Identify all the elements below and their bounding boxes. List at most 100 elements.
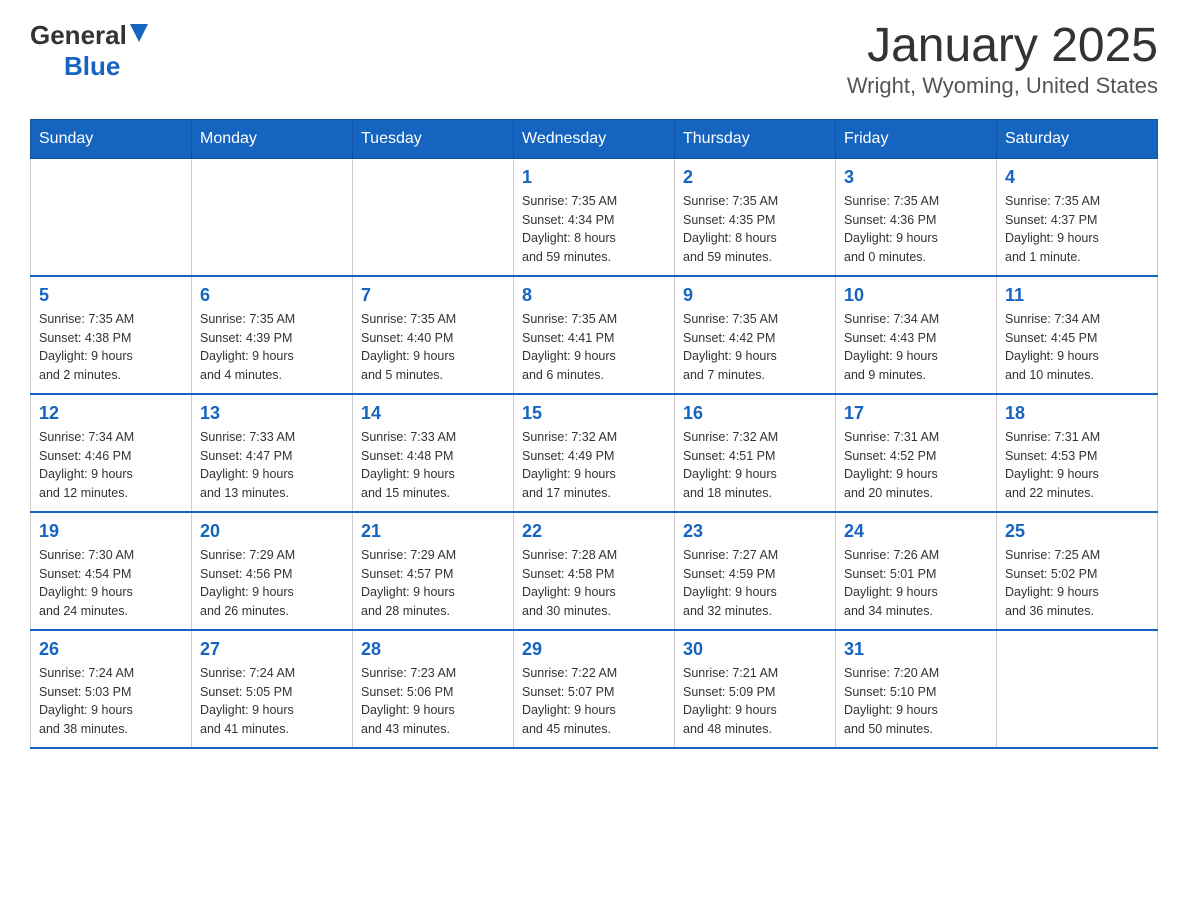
day-header-friday: Friday xyxy=(836,119,997,158)
cell-sun-info: Sunrise: 7:35 AM Sunset: 4:40 PM Dayligh… xyxy=(361,310,505,385)
cell-sun-info: Sunrise: 7:35 AM Sunset: 4:37 PM Dayligh… xyxy=(1005,192,1149,267)
calendar-cell: 11 Sunrise: 7:34 AM Sunset: 4:45 PM Dayli… xyxy=(997,276,1158,394)
calendar-title: January 2025 xyxy=(847,20,1158,73)
calendar-cell: 1 Sunrise: 7:35 AM Sunset: 4:34 PM Daylig… xyxy=(514,158,675,276)
cell-sun-info: Sunrise: 7:23 AM Sunset: 5:06 PM Dayligh… xyxy=(361,664,505,739)
calendar-cell xyxy=(192,158,353,276)
calendar-cell: 9Sunrise: 7:35 AM Sunset: 4:42 PM Daylig… xyxy=(675,276,836,394)
cell-day-number: 10 xyxy=(844,285,988,306)
calendar-cell: 3 Sunrise: 7:35 AM Sunset: 4:36 PM Daylig… xyxy=(836,158,997,276)
day-header-tuesday: Tuesday xyxy=(353,119,514,158)
calendar-cell: 21Sunrise: 7:29 AM Sunset: 4:57 PM Dayli… xyxy=(353,512,514,630)
calendar-week-5: 26 Sunrise: 7:24 AM Sunset: 5:03 PM Dayli… xyxy=(31,630,1158,748)
cell-sun-info: Sunrise: 7:33 AM Sunset: 4:47 PM Dayligh… xyxy=(200,428,344,503)
calendar-table: SundayMondayTuesdayWednesdayThursdayFrid… xyxy=(30,119,1158,749)
logo-general-text: General xyxy=(30,20,127,51)
cell-sun-info: Sunrise: 7:35 AM Sunset: 4:35 PM Dayligh… xyxy=(683,192,827,267)
logo-blue-text: Blue xyxy=(64,51,120,82)
cell-sun-info: Sunrise: 7:30 AM Sunset: 4:54 PM Dayligh… xyxy=(39,546,183,621)
calendar-cell: 14 Sunrise: 7:33 AM Sunset: 4:48 PM Dayli… xyxy=(353,394,514,512)
calendar-cell: 18Sunrise: 7:31 AM Sunset: 4:53 PM Dayli… xyxy=(997,394,1158,512)
cell-day-number: 3 xyxy=(844,167,988,188)
day-header-saturday: Saturday xyxy=(997,119,1158,158)
cell-day-number: 25 xyxy=(1005,521,1149,542)
calendar-cell: 27Sunrise: 7:24 AM Sunset: 5:05 PM Dayli… xyxy=(192,630,353,748)
cell-day-number: 11 xyxy=(1005,285,1149,306)
cell-day-number: 1 xyxy=(522,167,666,188)
cell-sun-info: Sunrise: 7:35 AM Sunset: 4:36 PM Dayligh… xyxy=(844,192,988,267)
calendar-cell xyxy=(353,158,514,276)
cell-sun-info: Sunrise: 7:34 AM Sunset: 4:45 PM Dayligh… xyxy=(1005,310,1149,385)
cell-day-number: 7 xyxy=(361,285,505,306)
calendar-cell: 6Sunrise: 7:35 AM Sunset: 4:39 PM Daylig… xyxy=(192,276,353,394)
calendar-cell: 8 Sunrise: 7:35 AM Sunset: 4:41 PM Daylig… xyxy=(514,276,675,394)
cell-sun-info: Sunrise: 7:33 AM Sunset: 4:48 PM Dayligh… xyxy=(361,428,505,503)
calendar-cell: 2 Sunrise: 7:35 AM Sunset: 4:35 PM Daylig… xyxy=(675,158,836,276)
cell-sun-info: Sunrise: 7:31 AM Sunset: 4:53 PM Dayligh… xyxy=(1005,428,1149,503)
cell-sun-info: Sunrise: 7:34 AM Sunset: 4:43 PM Dayligh… xyxy=(844,310,988,385)
calendar-week-3: 12Sunrise: 7:34 AM Sunset: 4:46 PM Dayli… xyxy=(31,394,1158,512)
calendar-cell: 12Sunrise: 7:34 AM Sunset: 4:46 PM Dayli… xyxy=(31,394,192,512)
cell-day-number: 4 xyxy=(1005,167,1149,188)
cell-sun-info: Sunrise: 7:35 AM Sunset: 4:34 PM Dayligh… xyxy=(522,192,666,267)
calendar-cell: 16 Sunrise: 7:32 AM Sunset: 4:51 PM Dayli… xyxy=(675,394,836,512)
calendar-week-4: 19Sunrise: 7:30 AM Sunset: 4:54 PM Dayli… xyxy=(31,512,1158,630)
calendar-cell: 22 Sunrise: 7:28 AM Sunset: 4:58 PM Dayli… xyxy=(514,512,675,630)
cell-sun-info: Sunrise: 7:32 AM Sunset: 4:51 PM Dayligh… xyxy=(683,428,827,503)
cell-sun-info: Sunrise: 7:35 AM Sunset: 4:41 PM Dayligh… xyxy=(522,310,666,385)
cell-day-number: 2 xyxy=(683,167,827,188)
calendar-cell xyxy=(31,158,192,276)
cell-day-number: 23 xyxy=(683,521,827,542)
calendar-cell: 4 Sunrise: 7:35 AM Sunset: 4:37 PM Daylig… xyxy=(997,158,1158,276)
calendar-subtitle: Wright, Wyoming, United States xyxy=(847,73,1158,99)
cell-day-number: 5 xyxy=(39,285,183,306)
calendar-cell: 13Sunrise: 7:33 AM Sunset: 4:47 PM Dayli… xyxy=(192,394,353,512)
calendar-cell: 7 Sunrise: 7:35 AM Sunset: 4:40 PM Daylig… xyxy=(353,276,514,394)
cell-day-number: 16 xyxy=(683,403,827,424)
calendar-week-1: 1 Sunrise: 7:35 AM Sunset: 4:34 PM Daylig… xyxy=(31,158,1158,276)
cell-day-number: 30 xyxy=(683,639,827,660)
cell-sun-info: Sunrise: 7:34 AM Sunset: 4:46 PM Dayligh… xyxy=(39,428,183,503)
calendar-week-2: 5 Sunrise: 7:35 AM Sunset: 4:38 PM Daylig… xyxy=(31,276,1158,394)
cell-day-number: 26 xyxy=(39,639,183,660)
calendar-cell: 29Sunrise: 7:22 AM Sunset: 5:07 PM Dayli… xyxy=(514,630,675,748)
cell-day-number: 8 xyxy=(522,285,666,306)
cell-sun-info: Sunrise: 7:28 AM Sunset: 4:58 PM Dayligh… xyxy=(522,546,666,621)
cell-sun-info: Sunrise: 7:35 AM Sunset: 4:38 PM Dayligh… xyxy=(39,310,183,385)
cell-sun-info: Sunrise: 7:32 AM Sunset: 4:49 PM Dayligh… xyxy=(522,428,666,503)
cell-day-number: 15 xyxy=(522,403,666,424)
calendar-cell: 10 Sunrise: 7:34 AM Sunset: 4:43 PM Dayli… xyxy=(836,276,997,394)
cell-sun-info: Sunrise: 7:26 AM Sunset: 5:01 PM Dayligh… xyxy=(844,546,988,621)
logo: General Blue xyxy=(30,20,148,82)
cell-day-number: 28 xyxy=(361,639,505,660)
calendar-header-row: SundayMondayTuesdayWednesdayThursdayFrid… xyxy=(31,119,1158,158)
calendar-cell: 19Sunrise: 7:30 AM Sunset: 4:54 PM Dayli… xyxy=(31,512,192,630)
page-header: General Blue January 2025 Wright, Wyomin… xyxy=(30,20,1158,99)
calendar-cell: 25 Sunrise: 7:25 AM Sunset: 5:02 PM Dayli… xyxy=(997,512,1158,630)
calendar-cell: 5 Sunrise: 7:35 AM Sunset: 4:38 PM Daylig… xyxy=(31,276,192,394)
calendar-cell xyxy=(997,630,1158,748)
cell-day-number: 14 xyxy=(361,403,505,424)
calendar-cell: 17 Sunrise: 7:31 AM Sunset: 4:52 PM Dayli… xyxy=(836,394,997,512)
logo-triangle-icon xyxy=(130,24,148,47)
cell-sun-info: Sunrise: 7:25 AM Sunset: 5:02 PM Dayligh… xyxy=(1005,546,1149,621)
calendar-cell: 20Sunrise: 7:29 AM Sunset: 4:56 PM Dayli… xyxy=(192,512,353,630)
day-header-wednesday: Wednesday xyxy=(514,119,675,158)
calendar-cell: 23Sunrise: 7:27 AM Sunset: 4:59 PM Dayli… xyxy=(675,512,836,630)
cell-day-number: 27 xyxy=(200,639,344,660)
cell-day-number: 21 xyxy=(361,521,505,542)
cell-day-number: 17 xyxy=(844,403,988,424)
day-header-sunday: Sunday xyxy=(31,119,192,158)
cell-sun-info: Sunrise: 7:21 AM Sunset: 5:09 PM Dayligh… xyxy=(683,664,827,739)
cell-sun-info: Sunrise: 7:22 AM Sunset: 5:07 PM Dayligh… xyxy=(522,664,666,739)
cell-day-number: 6 xyxy=(200,285,344,306)
cell-sun-info: Sunrise: 7:24 AM Sunset: 5:03 PM Dayligh… xyxy=(39,664,183,739)
calendar-cell: 30 Sunrise: 7:21 AM Sunset: 5:09 PM Dayli… xyxy=(675,630,836,748)
day-header-thursday: Thursday xyxy=(675,119,836,158)
cell-sun-info: Sunrise: 7:31 AM Sunset: 4:52 PM Dayligh… xyxy=(844,428,988,503)
calendar-cell: 15 Sunrise: 7:32 AM Sunset: 4:49 PM Dayli… xyxy=(514,394,675,512)
cell-sun-info: Sunrise: 7:35 AM Sunset: 4:42 PM Dayligh… xyxy=(683,310,827,385)
cell-day-number: 22 xyxy=(522,521,666,542)
calendar-cell: 24Sunrise: 7:26 AM Sunset: 5:01 PM Dayli… xyxy=(836,512,997,630)
cell-sun-info: Sunrise: 7:20 AM Sunset: 5:10 PM Dayligh… xyxy=(844,664,988,739)
